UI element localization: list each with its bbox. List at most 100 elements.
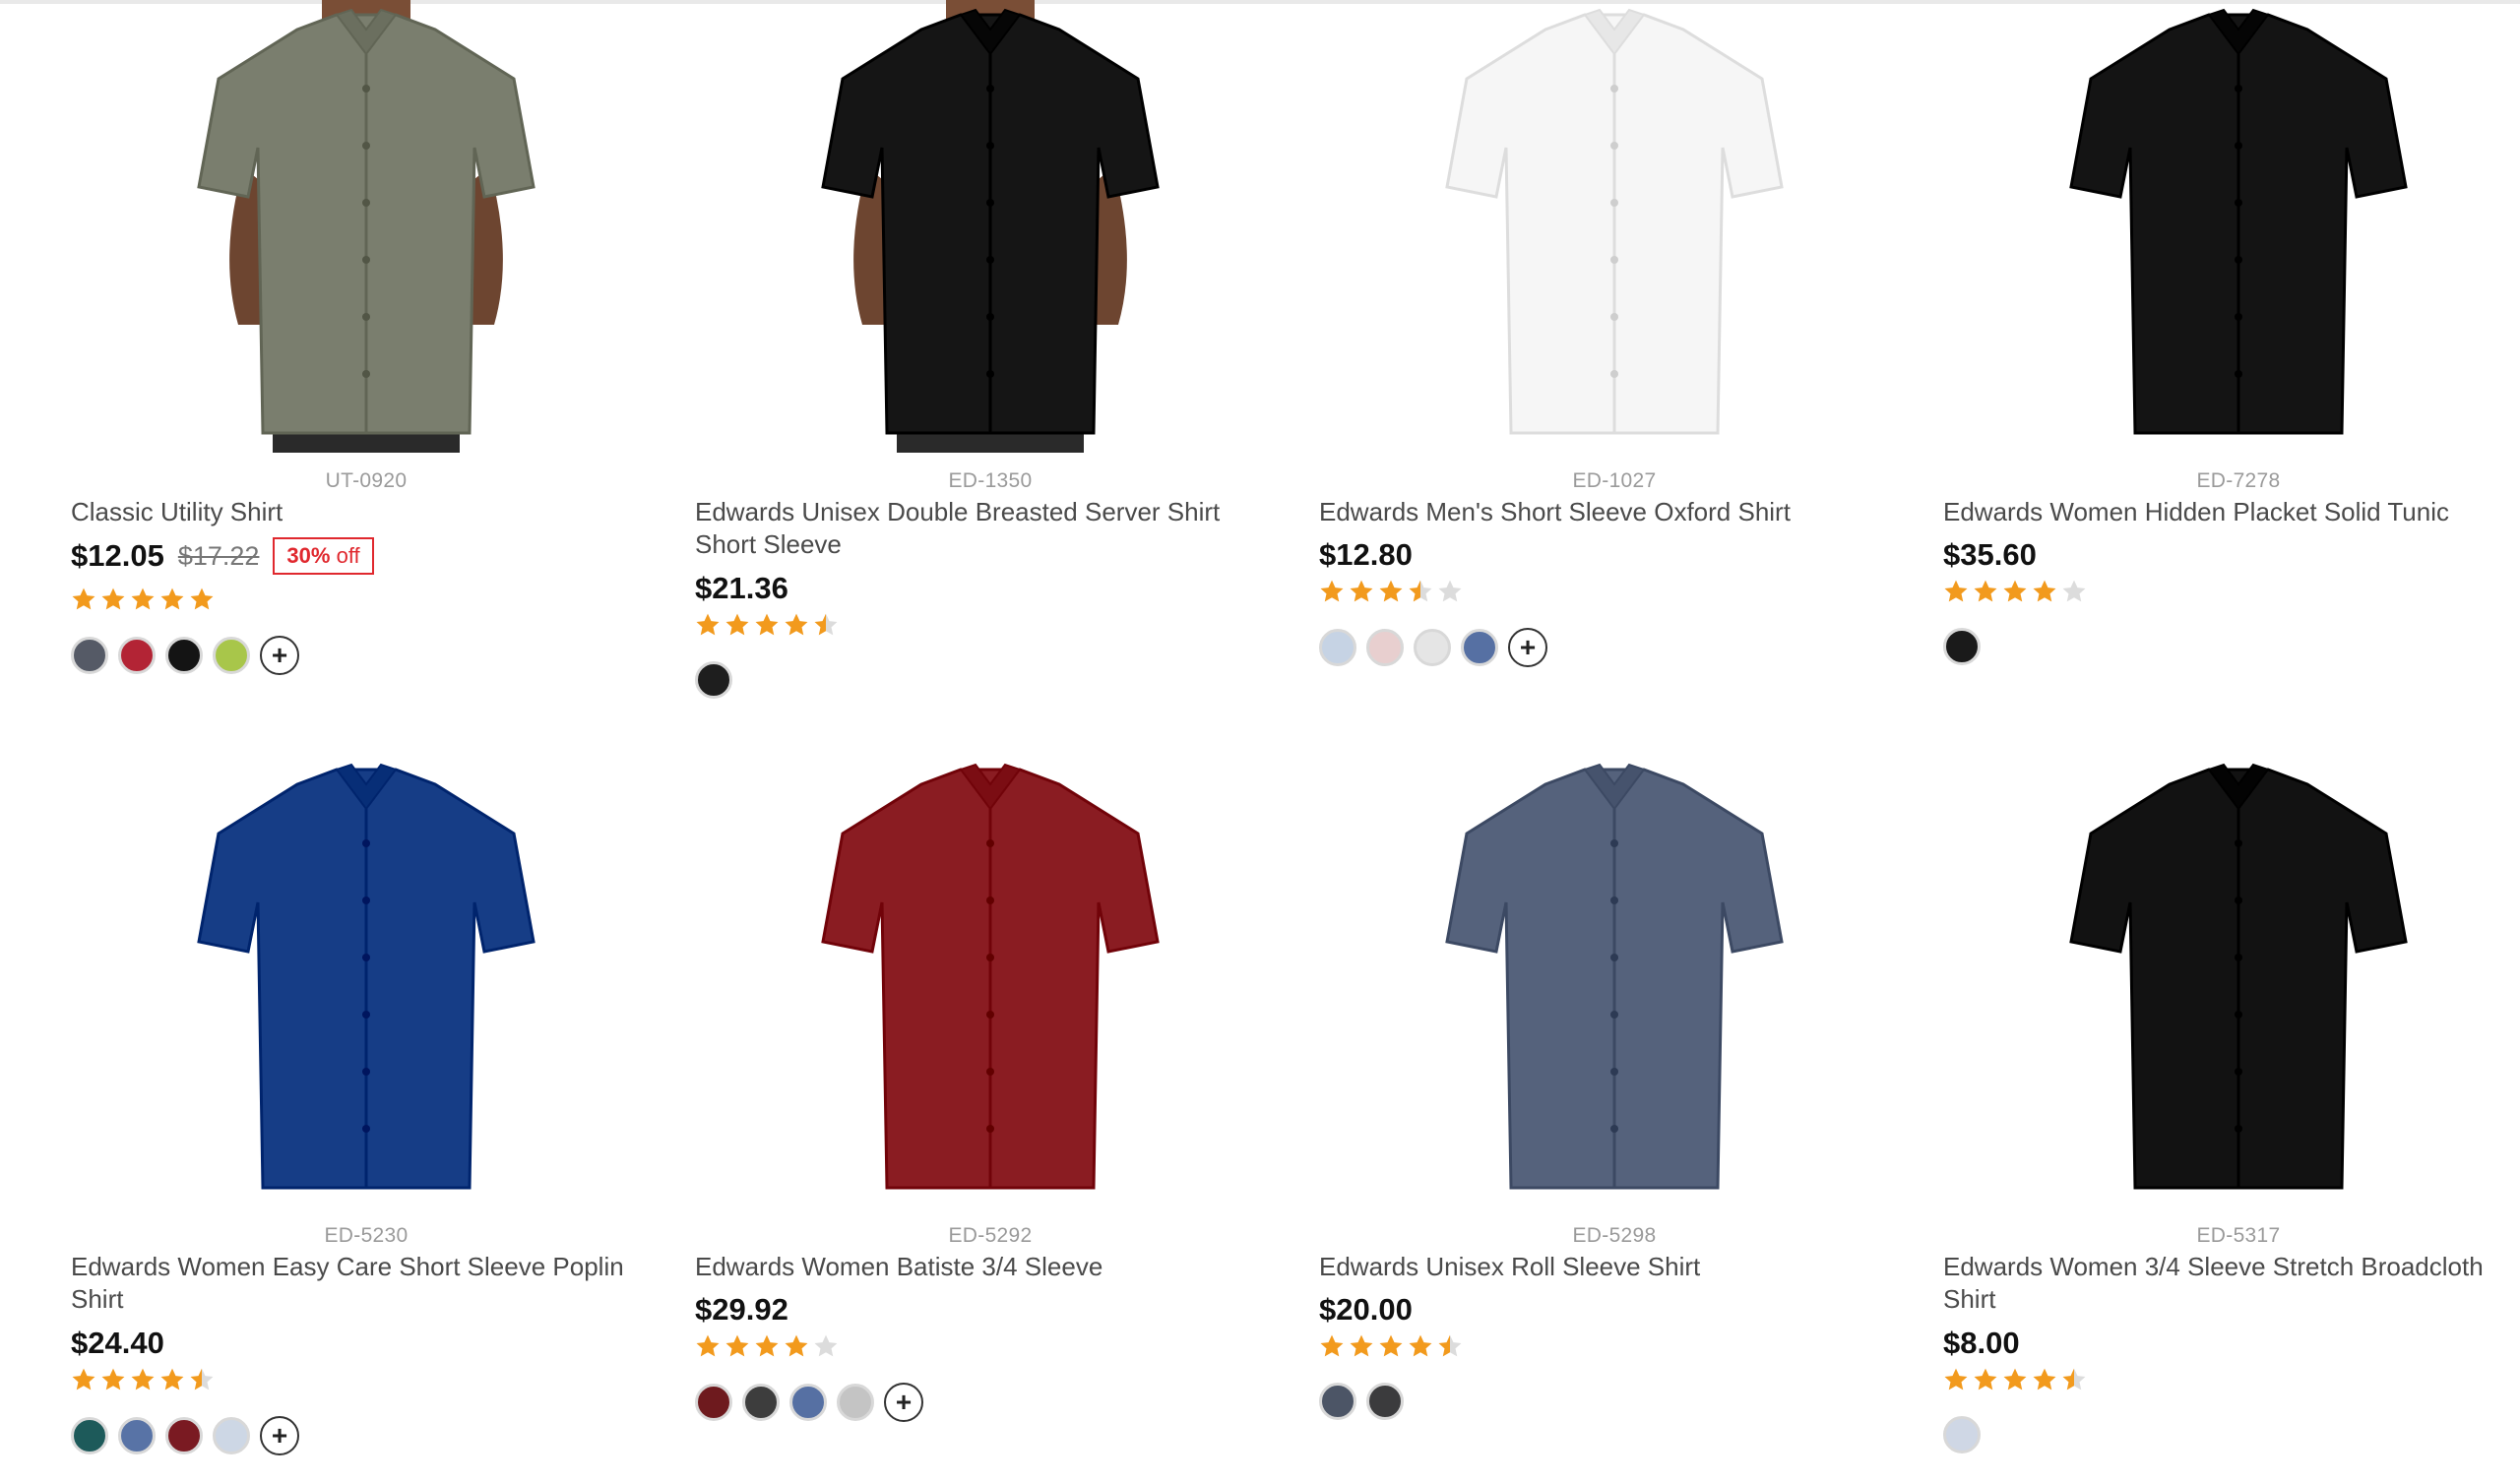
star-rating [1943,579,2087,604]
discount-badge: 30% off [273,537,374,575]
product-sku: ED-1350 [948,469,1033,492]
star-icon [755,613,779,636]
color-swatches [1319,1383,1404,1420]
color-swatch[interactable] [1319,1383,1356,1420]
color-swatch[interactable] [1366,629,1404,666]
product-card[interactable]: ED-5230 Edwards Women Easy Care Short Sle… [71,755,662,1483]
price-row: $8.00 [1943,1326,2020,1361]
star-icon [2062,580,2086,602]
more-colors-plus-icon[interactable]: + [884,1383,923,1422]
star-icon [1944,580,1968,602]
color-swatches [695,661,732,699]
color-swatch[interactable] [118,1417,156,1454]
product-title[interactable]: Edwards Unisex Roll Sleeve Shirt [1319,1251,1900,1283]
star-icon [1974,580,1997,602]
star-icon [1350,1334,1373,1357]
price-row: $24.40 [71,1326,164,1361]
star-icon [131,587,155,610]
product-card[interactable]: ED-5298 Edwards Unisex Roll Sleeve Shirt $… [1319,755,1910,1483]
color-swatch[interactable] [1414,629,1451,666]
product-image[interactable] [1943,0,2520,453]
color-swatches: + [71,636,299,675]
product-sku: ED-5292 [948,1224,1033,1247]
product-card[interactable]: UT-0920 Classic Utility Shirt $12.05 $17.22… [71,0,662,728]
star-icon [1350,580,1373,602]
product-image[interactable] [1943,755,2520,1207]
more-colors-plus-icon[interactable]: + [260,1416,299,1455]
star-icon [696,1334,720,1357]
product-card[interactable]: ED-5292 Edwards Women Batiste 3/4 Sleeve $… [695,755,1286,1483]
product-image[interactable] [71,755,662,1207]
product-image[interactable] [695,0,1286,453]
star-icon [1379,580,1403,602]
product-title[interactable]: Edwards Women Batiste 3/4 Sleeve [695,1251,1276,1283]
price-row: $12.05 $17.22 30% off [71,537,374,575]
star-rating [71,587,215,612]
star-icon [2033,580,2056,602]
color-swatch[interactable] [1319,629,1356,666]
color-swatch[interactable] [165,1417,203,1454]
star-icon [755,1334,779,1357]
star-icon [2003,580,2027,602]
star-rating [71,1367,215,1392]
star-icon [190,587,214,610]
product-card[interactable]: ED-5317 Edwards Women 3/4 Sleeve Stretch … [1943,755,2520,1483]
color-swatches [1943,628,1981,665]
color-swatch[interactable] [71,637,108,674]
more-colors-plus-icon[interactable]: + [1508,628,1547,667]
product-sku: UT-0920 [325,469,408,492]
color-swatch[interactable] [1461,629,1498,666]
product-title[interactable]: Edwards Women Hidden Placket Solid Tunic [1943,496,2520,528]
star-icon [785,613,808,636]
product-card[interactable]: ED-7278 Edwards Women Hidden Placket Soli… [1943,0,2520,728]
star-icon [814,613,838,636]
product-price: $8.00 [1943,1326,2020,1360]
star-icon [1409,580,1432,602]
color-swatch[interactable] [742,1384,780,1421]
price-row: $21.36 [695,571,788,606]
product-title[interactable]: Classic Utility Shirt [71,496,652,528]
color-swatch[interactable] [165,637,203,674]
color-swatch[interactable] [837,1384,874,1421]
product-image[interactable] [695,755,1286,1207]
product-sku: ED-5317 [2196,1224,2281,1247]
star-icon [2033,1368,2056,1390]
color-swatch[interactable] [695,661,732,699]
star-icon [101,1368,125,1390]
star-rating [695,612,839,638]
product-sku: ED-1027 [1572,469,1657,492]
color-swatch[interactable] [1943,1416,1981,1453]
product-price: $35.60 [1943,537,2037,572]
color-swatch[interactable] [1366,1383,1404,1420]
product-card[interactable]: ED-1027 Edwards Men's Short Sleeve Oxford… [1319,0,1910,728]
product-title[interactable]: Edwards Unisex Double Breasted Server Sh… [695,496,1276,561]
color-swatch[interactable] [71,1417,108,1454]
star-icon [190,1368,214,1390]
product-title[interactable]: Edwards Women Easy Care Short Sleeve Pop… [71,1251,652,1316]
color-swatches: + [71,1416,299,1455]
product-title[interactable]: Edwards Women 3/4 Sleeve Stretch Broadcl… [1943,1251,2520,1316]
product-sku: ED-5230 [324,1224,409,1247]
more-colors-plus-icon[interactable]: + [260,636,299,675]
product-sku: ED-7278 [2196,469,2281,492]
color-swatch[interactable] [213,1417,250,1454]
star-icon [785,1334,808,1357]
product-image[interactable] [71,0,662,453]
color-swatches [1943,1416,1981,1453]
star-icon [160,587,184,610]
color-swatch[interactable] [789,1384,827,1421]
star-icon [72,1368,95,1390]
product-title[interactable]: Edwards Men's Short Sleeve Oxford Shirt [1319,496,1900,528]
price-row: $12.80 [1319,537,1413,573]
color-swatch[interactable] [695,1384,732,1421]
color-swatches: + [1319,628,1547,667]
product-image[interactable] [1319,0,1910,453]
product-image[interactable] [1319,755,1910,1207]
color-swatch[interactable] [1943,628,1981,665]
discount-percent: 30% [286,543,331,568]
star-icon [1944,1368,1968,1390]
color-swatch[interactable] [213,637,250,674]
product-card[interactable]: ED-1350 Edwards Unisex Double Breasted Se… [695,0,1286,728]
color-swatch[interactable] [118,637,156,674]
discount-off-label: off [336,543,360,568]
